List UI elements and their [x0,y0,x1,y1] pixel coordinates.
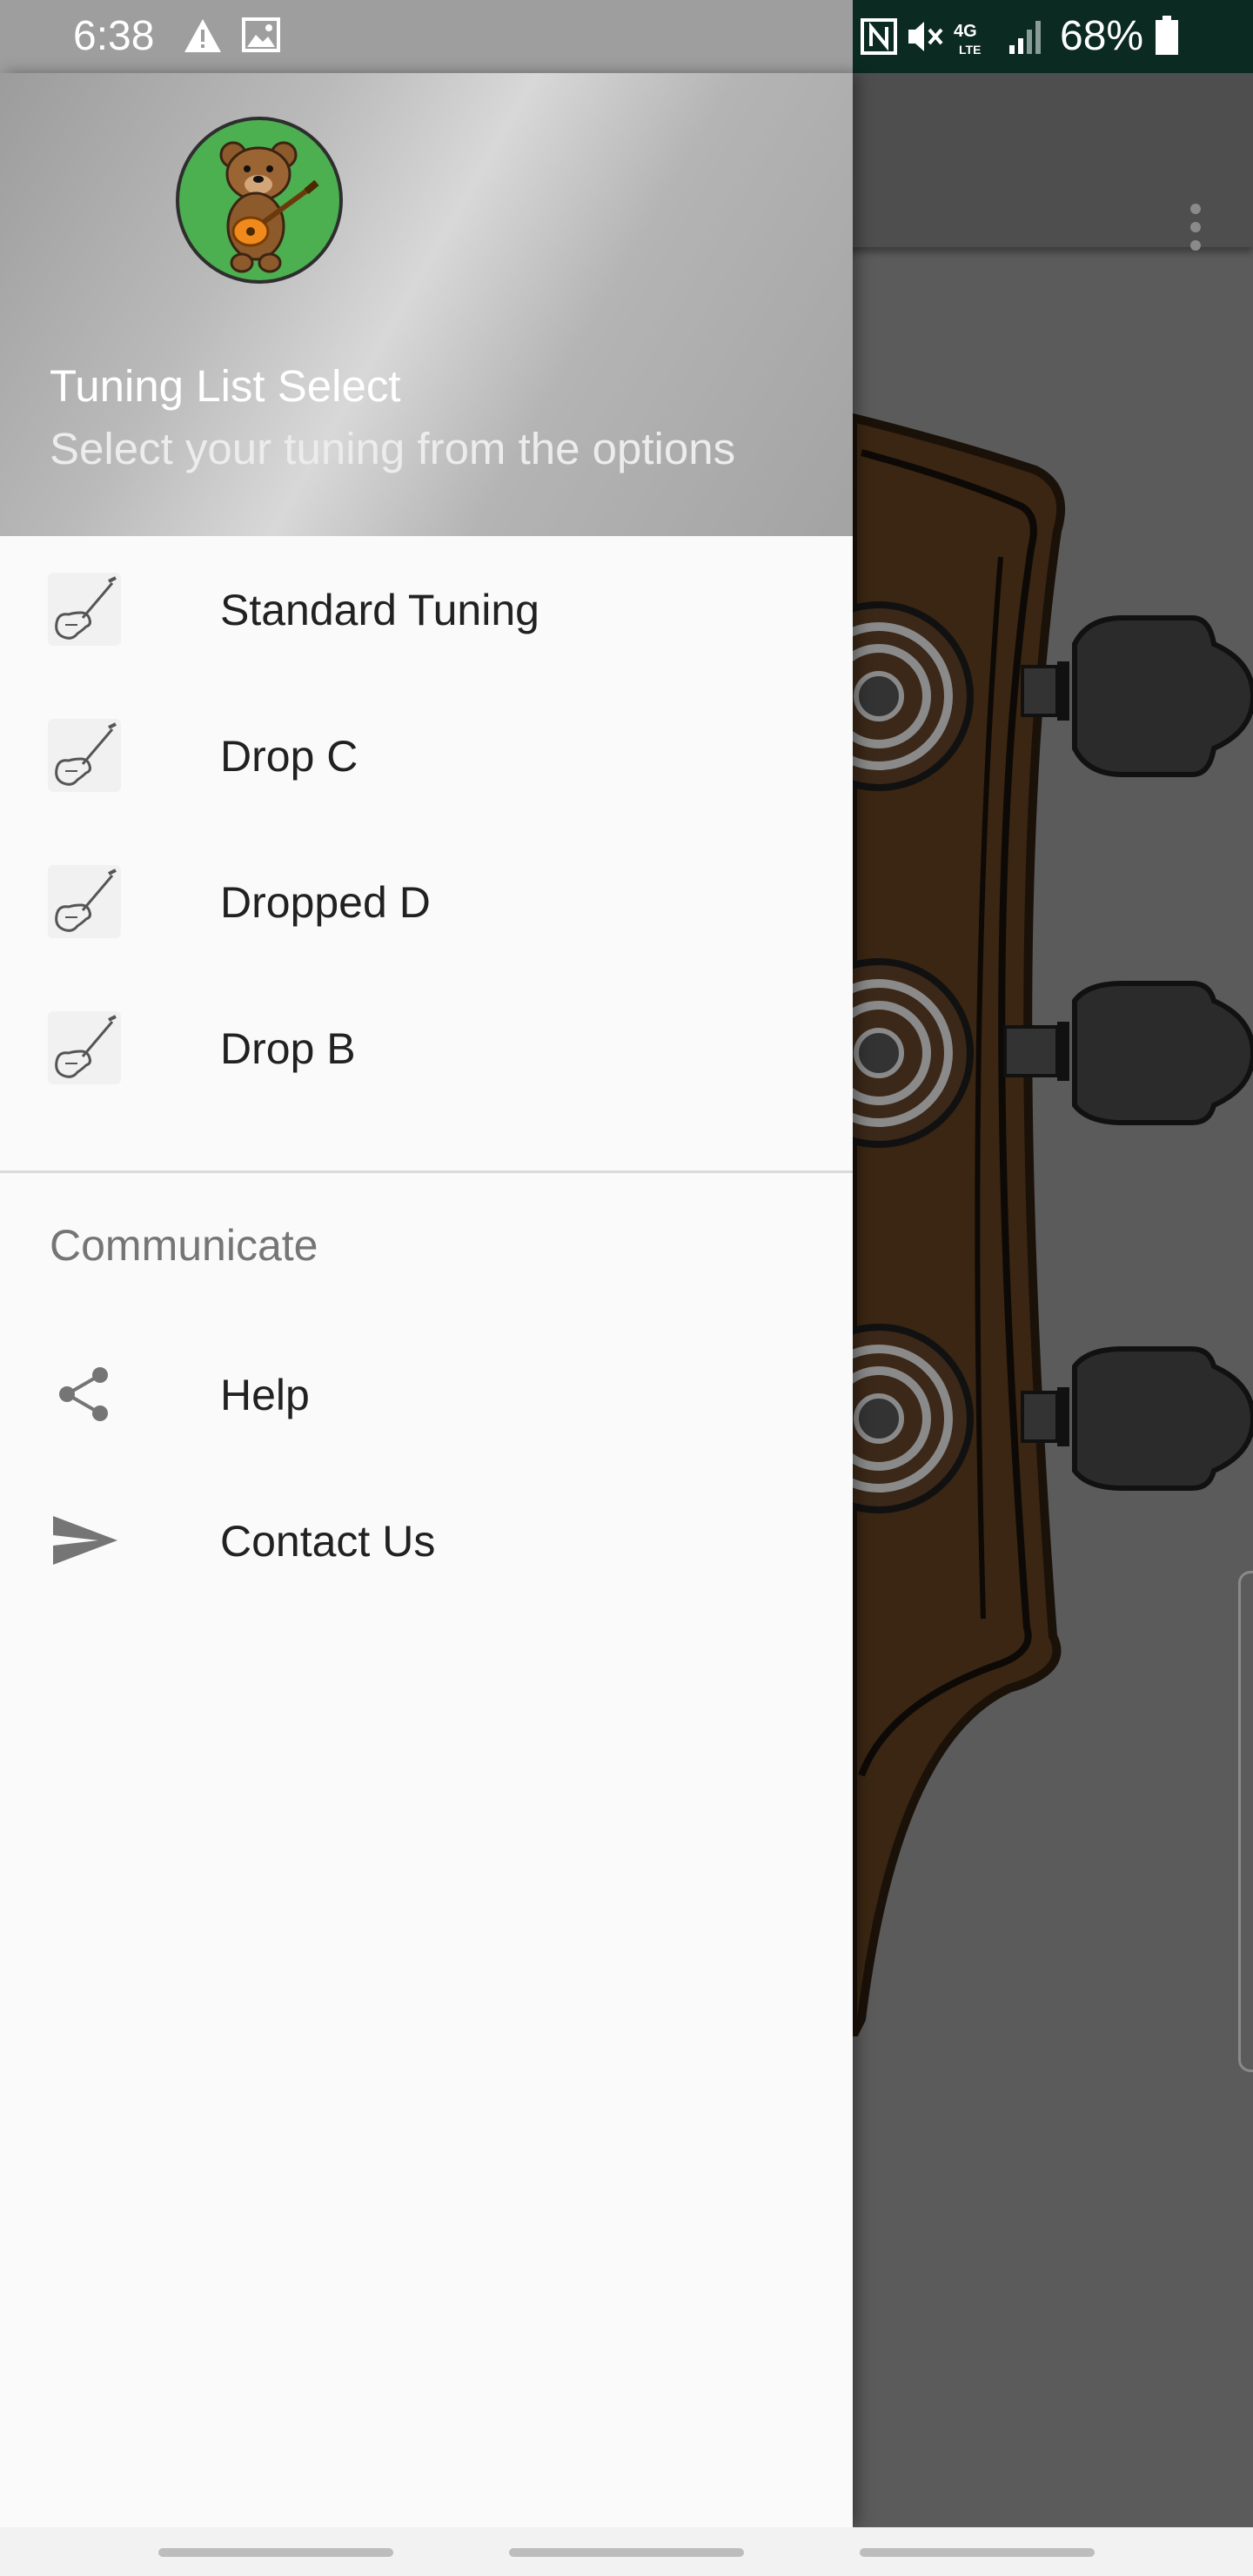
drawer-subtitle: Select your tuning from the options [50,424,736,473]
menu-item-help[interactable]: Help [0,1321,853,1467]
svg-text:4G: 4G [954,22,977,41]
menu-item-standard-tuning[interactable]: Standard Tuning [0,536,853,682]
nav-home-button[interactable] [509,2548,744,2557]
menu-item-label: Drop B [220,1024,356,1073]
menu-item-label: Help [220,1371,310,1419]
battery-percentage: 68% [1060,13,1144,59]
divider [0,1171,853,1173]
battery-icon [1156,16,1178,55]
menu-item-label: Dropped D [220,878,431,927]
vibrate-mute-icon [908,22,943,51]
navigation-bar [0,2527,1253,2576]
nav-back-button[interactable] [860,2548,1095,2557]
guitar-icon [48,719,121,792]
guitar-icon [48,1011,121,1084]
status-time: 6:38 [73,13,155,59]
nfc-icon [861,18,897,55]
warning-icon [184,19,221,52]
image-icon [242,17,280,52]
tuning-list: Standard Tuning Drop C Dropped D Drop B [0,536,853,1121]
section-title-communicate: Communicate [50,1221,318,1270]
scroll-indicator[interactable] [1238,1571,1253,2072]
send-icon [48,1504,121,1577]
bear-guitar-logo [219,141,319,273]
status-bar: 6:38 4G LTE 68% [0,0,1253,73]
menu-item-drop-c[interactable]: Drop C [0,682,853,828]
communicate-list: Help Contact Us [0,1321,853,1613]
signal-icon [1009,21,1041,54]
menu-item-contact-us[interactable]: Contact Us [0,1467,853,1613]
menu-item-label: Standard Tuning [220,586,539,634]
svg-text:LTE: LTE [959,43,981,57]
share-icon [48,1358,121,1431]
menu-item-label: Drop C [220,732,358,781]
4g-lte-icon: 4G LTE [954,22,981,57]
overflow-menu-icon[interactable] [1187,204,1204,265]
drawer-title: Tuning List Select [50,361,401,411]
guitar-icon [48,573,121,646]
guitar-icon [48,865,121,938]
menu-item-label: Contact Us [220,1517,436,1566]
navigation-drawer: Tuning List Select Select your tuning fr… [0,73,853,2527]
drawer-header: Tuning List Select Select your tuning fr… [0,73,853,536]
avatar [176,117,343,284]
nav-recent-apps-button[interactable] [158,2548,393,2557]
menu-item-drop-b[interactable]: Drop B [0,975,853,1121]
menu-item-dropped-d[interactable]: Dropped D [0,828,853,975]
